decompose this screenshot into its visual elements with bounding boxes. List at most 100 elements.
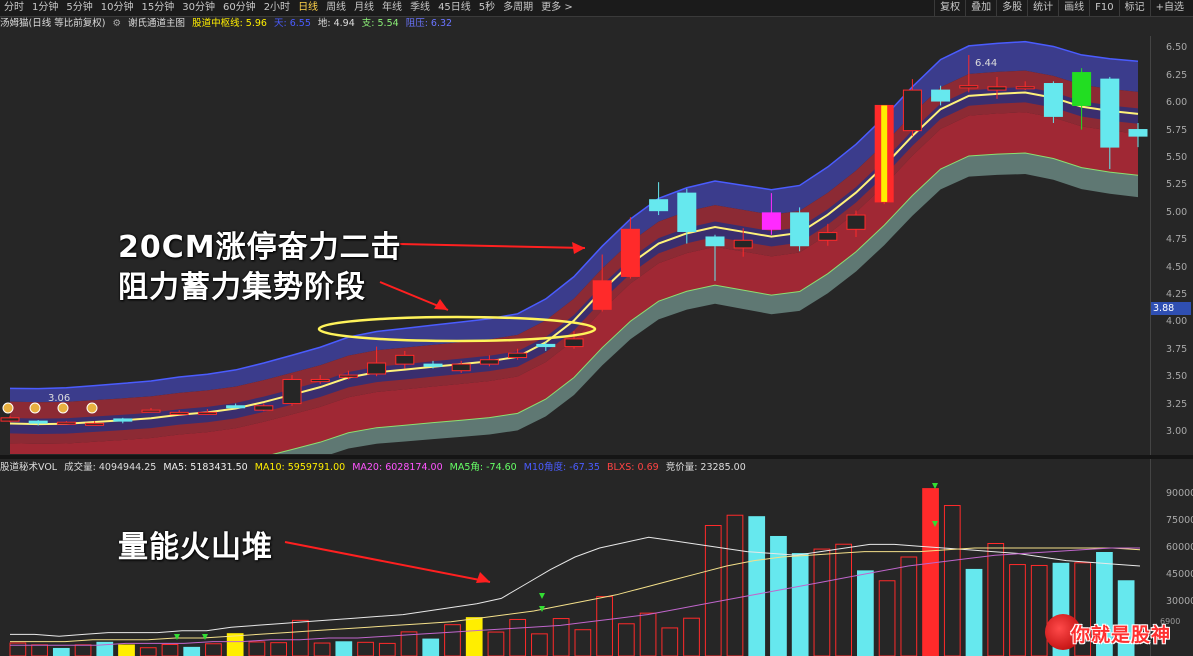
dividend-icon [2, 402, 14, 414]
volume-bar [596, 596, 613, 656]
price-axis-label: 5.75 [1166, 124, 1188, 136]
pressure-value: 阻压: 6.32 [405, 18, 453, 29]
timeframe-tab[interactable]: 5分钟 [62, 0, 96, 16]
toolbar-right-buttons: 复权 叠加 多股 统计 画线 F10 标记 +自选 [934, 0, 1189, 16]
candle-body [1015, 86, 1035, 90]
toolbar-button[interactable]: +自选 [1149, 0, 1189, 16]
candle-body [395, 354, 415, 365]
volume-bar [270, 642, 287, 656]
timeframe-tab[interactable]: 周线 [322, 0, 350, 16]
volume-bar [617, 623, 635, 656]
timeframe-tab[interactable]: 季线 [406, 0, 434, 16]
stock-name: 汤姆猫(日线 等比前复权) [0, 18, 106, 29]
candle-body [226, 405, 246, 409]
blxs-value: BLXS: 0.69 [606, 462, 659, 473]
timeframe-tab[interactable]: 多周期 [499, 0, 537, 16]
volume-bar [118, 644, 135, 656]
volume-indicator-bar: 股道秘术VOL 成交量: 4094944.25 MA5: 5183431.50 … [0, 461, 750, 474]
toolbar-button[interactable]: F10 [1089, 0, 1118, 16]
price-axis-label: 6.25 [1166, 69, 1188, 81]
volume-arrow-head [476, 572, 490, 583]
candle-body [0, 417, 20, 422]
ma20-value: MA20: 6028174.00 [352, 462, 443, 473]
volume-bar [726, 514, 744, 656]
candle-body [1128, 129, 1148, 137]
watermark-text: 你就是股神 [1071, 624, 1172, 646]
candle-body [85, 422, 105, 426]
price-axis-label: 3.75 [1166, 343, 1188, 355]
mid-line-value: 股道中枢线: 5.96 [192, 18, 267, 29]
volume-bar [357, 641, 374, 656]
candle-body [197, 411, 217, 415]
candle-body [282, 378, 302, 405]
dividend-icon [29, 402, 41, 414]
vol-value: 成交量: 4094944.25 [64, 462, 157, 473]
timeframe-tab[interactable]: 5秒 [475, 0, 499, 16]
timeframe-tab[interactable]: 15分钟 [137, 0, 178, 16]
volume-bar [878, 580, 896, 656]
toolbar-button[interactable]: 统计 [1027, 0, 1058, 16]
timeframe-tab[interactable]: 45日线 [434, 0, 475, 16]
candle-body [1043, 83, 1063, 117]
volume-bar [661, 627, 679, 656]
candle-body [254, 405, 274, 411]
watermark-small: 6900 [1160, 617, 1181, 626]
candle-body [367, 362, 387, 375]
annotation-consolidation: 阻力蓄力集势阶段 [118, 270, 366, 305]
zhang-marker: 涨 [876, 476, 886, 477]
volume-bar [422, 638, 440, 656]
price-axis-line [1150, 36, 1151, 656]
candle-body [1072, 72, 1092, 106]
timeframe-tab[interactable]: 日线 [294, 0, 322, 16]
timeframe-tab[interactable]: 年线 [378, 0, 406, 16]
volume-bar [248, 641, 266, 656]
timeframe-tab[interactable]: 30分钟 [178, 0, 219, 16]
volume-bar [813, 548, 831, 656]
volume-bar [835, 543, 852, 656]
toolbar-button[interactable]: 叠加 [965, 0, 996, 16]
toolbar-button[interactable]: 标记 [1118, 0, 1150, 16]
indicator-name[interactable]: 谢氏通道主图 [128, 18, 185, 29]
vol-indicator-name[interactable]: 股道秘术VOL [0, 462, 57, 473]
candle-body [56, 421, 76, 425]
toolbar-button[interactable]: 复权 [934, 0, 965, 16]
volume-chart[interactable]: 涨 [0, 476, 1150, 656]
timeframe-tab[interactable]: 更多 > [537, 0, 577, 16]
timeframe-tab[interactable]: 60分钟 [219, 0, 260, 16]
candle-body [169, 411, 189, 415]
ma5-value: MA5: 5183431.50 [163, 462, 248, 473]
volume-bar [183, 646, 201, 656]
candle-body [479, 359, 499, 365]
ma10-value: MA10: 5959791.00 [254, 462, 346, 473]
volume-bar [900, 556, 918, 656]
m10-angle: M10角度: -67.35 [523, 462, 600, 473]
volume-bar [1009, 564, 1026, 656]
timeframe-tab[interactable]: 1分钟 [28, 0, 62, 16]
main-indicator-bar: 汤姆猫(日线 等比前复权) ⚙ 谢氏通道主图 股道中枢线: 5.96 天: 6.… [0, 17, 456, 31]
volume-bar [748, 516, 766, 656]
candle-body [649, 199, 669, 212]
volume-bar [922, 488, 939, 656]
bid-volume: 竞价量: 23285.00 [665, 462, 746, 473]
volume-axis-label: 90000 [1166, 488, 1193, 499]
volume-bar [226, 633, 244, 656]
down-arrow-icon [539, 593, 545, 599]
toolbar-button[interactable]: 画线 [1058, 0, 1089, 16]
candle-body [310, 378, 330, 383]
timeframe-tab[interactable]: 10分钟 [97, 0, 138, 16]
volume-bar [161, 643, 179, 656]
current-price-tag: 3.88 [1151, 302, 1191, 315]
timeframe-tab[interactable]: 月线 [350, 0, 378, 16]
volume-bar [704, 525, 722, 656]
down-arrow-icon [202, 634, 208, 640]
candle-body [902, 89, 922, 132]
candle-body [338, 374, 358, 378]
timeframe-tab[interactable]: 分时 [0, 0, 28, 16]
panel-divider[interactable] [0, 455, 1193, 459]
gear-icon[interactable]: ⚙ [112, 18, 121, 29]
toolbar-button[interactable]: 多股 [996, 0, 1027, 16]
timeframe-tab[interactable]: 2小时 [260, 0, 294, 16]
price-axis-label: 5.00 [1166, 206, 1188, 218]
down-arrow-icon [174, 634, 180, 640]
volume-bar [943, 505, 961, 656]
